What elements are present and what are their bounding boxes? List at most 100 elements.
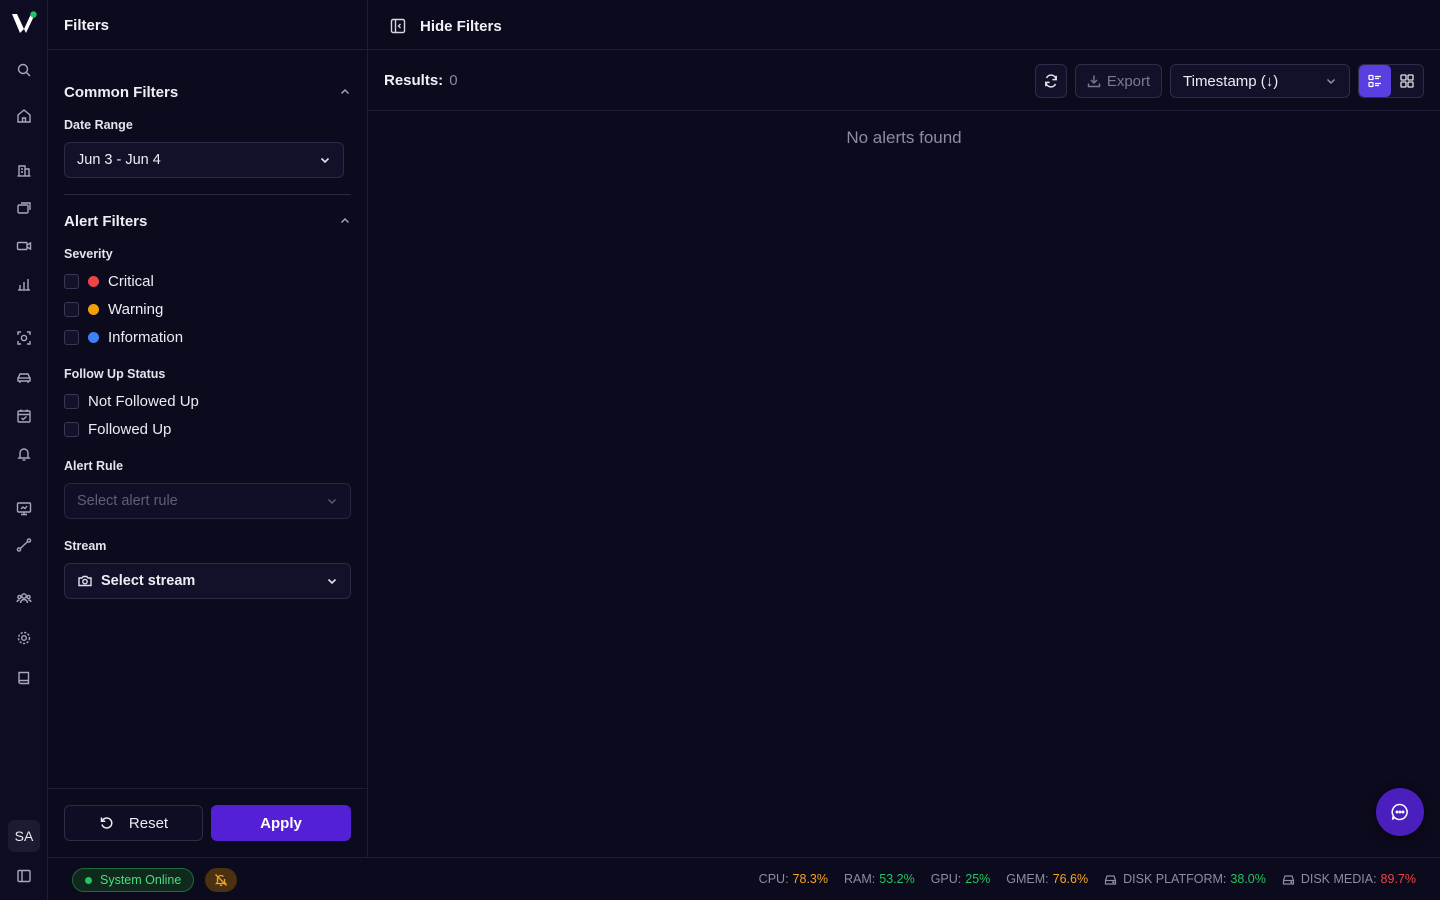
search-icon[interactable] xyxy=(16,62,32,78)
metric-cpu: CPU: 78.3% xyxy=(759,872,828,886)
metric-label: RAM: xyxy=(844,872,876,886)
stream-select[interactable]: Select stream xyxy=(64,563,351,599)
common-filters-title: Common Filters xyxy=(64,83,179,101)
metric-disk-media: DISK MEDIA: 89.7% xyxy=(1282,872,1416,886)
results-value: 0 xyxy=(449,72,458,89)
sort-select-value: Timestamp (↓) xyxy=(1183,72,1279,90)
list-view-button[interactable] xyxy=(1359,65,1391,97)
metric-value: 53.2% xyxy=(879,872,915,886)
checkbox[interactable] xyxy=(64,301,79,317)
follow-option-followed-up[interactable]: Followed Up xyxy=(64,419,171,439)
home-icon[interactable] xyxy=(16,108,32,124)
chevron-down-icon xyxy=(326,575,338,587)
severity-label: Severity xyxy=(64,247,113,261)
critical-dot xyxy=(88,275,99,287)
metric-value: 38.0% xyxy=(1230,872,1266,886)
app-logo[interactable] xyxy=(10,10,38,36)
export-button[interactable]: Export xyxy=(1075,64,1162,98)
car-icon[interactable] xyxy=(16,370,32,386)
online-dot xyxy=(85,876,92,884)
checkbox[interactable] xyxy=(64,329,79,345)
grid-view-button[interactable] xyxy=(1391,65,1423,97)
alert-filters-title: Alert Filters xyxy=(64,212,148,230)
empty-state-message: No alerts found xyxy=(846,128,962,147)
icon-rail: SA xyxy=(0,0,48,900)
route-icon[interactable] xyxy=(16,537,32,553)
reset-button[interactable]: Reset xyxy=(64,805,203,841)
metric-gpu: GPU: 25% xyxy=(931,872,991,886)
metric-value: 78.3% xyxy=(792,872,828,886)
layers-icon[interactable] xyxy=(16,200,32,216)
severity-option-label: Warning xyxy=(108,300,164,318)
view-toggle xyxy=(1358,64,1424,98)
refresh-icon xyxy=(1043,73,1059,89)
sidebar-toggle-icon[interactable] xyxy=(16,868,32,884)
list-view-icon xyxy=(1368,74,1382,88)
hide-filters-label: Hide Filters xyxy=(420,17,502,35)
export-button-label: Export xyxy=(1106,72,1151,90)
results-toolbar: Results: 0 Export Timestamp (↓) xyxy=(368,50,1440,111)
scan-face-icon[interactable] xyxy=(16,330,32,346)
book-icon[interactable] xyxy=(16,670,32,686)
camera-icon xyxy=(77,573,93,589)
metric-gmem: GMEM: 76.6% xyxy=(1006,872,1088,886)
sort-select[interactable]: Timestamp (↓) xyxy=(1170,64,1350,98)
panel-left-close-icon xyxy=(390,18,406,34)
chevron-down-icon xyxy=(326,495,338,507)
filters-panel-title: Filters xyxy=(64,17,110,34)
divider xyxy=(48,788,367,789)
metric-value: 25% xyxy=(965,872,991,886)
metric-value: 89.7% xyxy=(1380,872,1416,886)
divider xyxy=(64,194,351,195)
checkbox[interactable] xyxy=(64,421,79,437)
date-range-label: Date Range xyxy=(64,118,133,132)
stream-select-value: Select stream xyxy=(101,573,196,589)
chevron-up-icon xyxy=(339,86,351,98)
system-metrics: CPU: 78.3% RAM: 53.2% GPU: 25% GMEM: 76.6% DISK … xyxy=(759,858,1416,900)
metric-label: GPU: xyxy=(930,872,962,886)
stream-label: Stream xyxy=(64,539,107,553)
mute-alerts-button[interactable] xyxy=(205,868,237,892)
follow-up-status-label: Follow Up Status xyxy=(64,367,166,381)
message-circle-icon xyxy=(1390,802,1410,822)
checkbox[interactable] xyxy=(64,393,79,409)
bell-icon[interactable] xyxy=(16,446,32,462)
results-count: Results: 0 xyxy=(384,72,458,89)
severity-option-label: Critical xyxy=(108,272,154,290)
hide-filters-button[interactable]: Hide Filters xyxy=(390,16,502,36)
top-bar: Hide Filters xyxy=(368,0,1440,50)
users-icon[interactable] xyxy=(16,590,32,606)
bar-chart-icon[interactable] xyxy=(16,276,32,292)
chevron-down-icon xyxy=(319,154,331,166)
metric-ram: RAM: 53.2% xyxy=(844,872,915,886)
status-bar: System Online CPU: 78.3% RAM: 53.2% GPU: 25% G… xyxy=(48,857,1440,900)
date-range-value: Jun 3 - Jun 4 xyxy=(77,152,161,168)
common-filters-header[interactable]: Common Filters xyxy=(64,82,351,102)
divider xyxy=(48,49,367,50)
follow-option-label: Not Followed Up xyxy=(88,392,199,410)
date-range-select[interactable]: Jun 3 - Jun 4 xyxy=(64,142,344,178)
metric-label: DISK MEDIA: xyxy=(1300,872,1377,886)
chevron-down-icon xyxy=(1325,75,1337,87)
severity-option-critical[interactable]: Critical xyxy=(64,271,154,291)
follow-option-not-followed-up[interactable]: Not Followed Up xyxy=(64,391,199,411)
settings-icon[interactable] xyxy=(16,630,32,646)
alert-rule-select[interactable]: Select alert rule xyxy=(64,483,351,519)
alert-filters-header[interactable]: Alert Filters xyxy=(64,211,351,231)
building-icon[interactable] xyxy=(16,162,32,178)
chat-button[interactable] xyxy=(1376,788,1424,836)
user-avatar[interactable]: SA xyxy=(8,820,40,852)
severity-option-information[interactable]: Information xyxy=(64,327,183,347)
filters-panel: Filters Common Filters Date Range Jun 3 … xyxy=(48,0,368,858)
video-camera-icon[interactable] xyxy=(16,238,32,254)
avatar-initials: SA xyxy=(14,828,34,844)
calendar-check-icon[interactable] xyxy=(16,408,32,424)
alert-rule-label: Alert Rule xyxy=(64,459,124,473)
reset-button-label: Reset xyxy=(128,814,169,832)
severity-option-warning[interactable]: Warning xyxy=(64,299,163,319)
checkbox[interactable] xyxy=(64,273,79,289)
monitor-icon[interactable] xyxy=(16,500,32,516)
metric-disk-platform: DISK PLATFORM: 38.0% xyxy=(1104,872,1266,886)
apply-button[interactable]: Apply xyxy=(211,805,351,841)
refresh-button[interactable] xyxy=(1035,64,1067,98)
